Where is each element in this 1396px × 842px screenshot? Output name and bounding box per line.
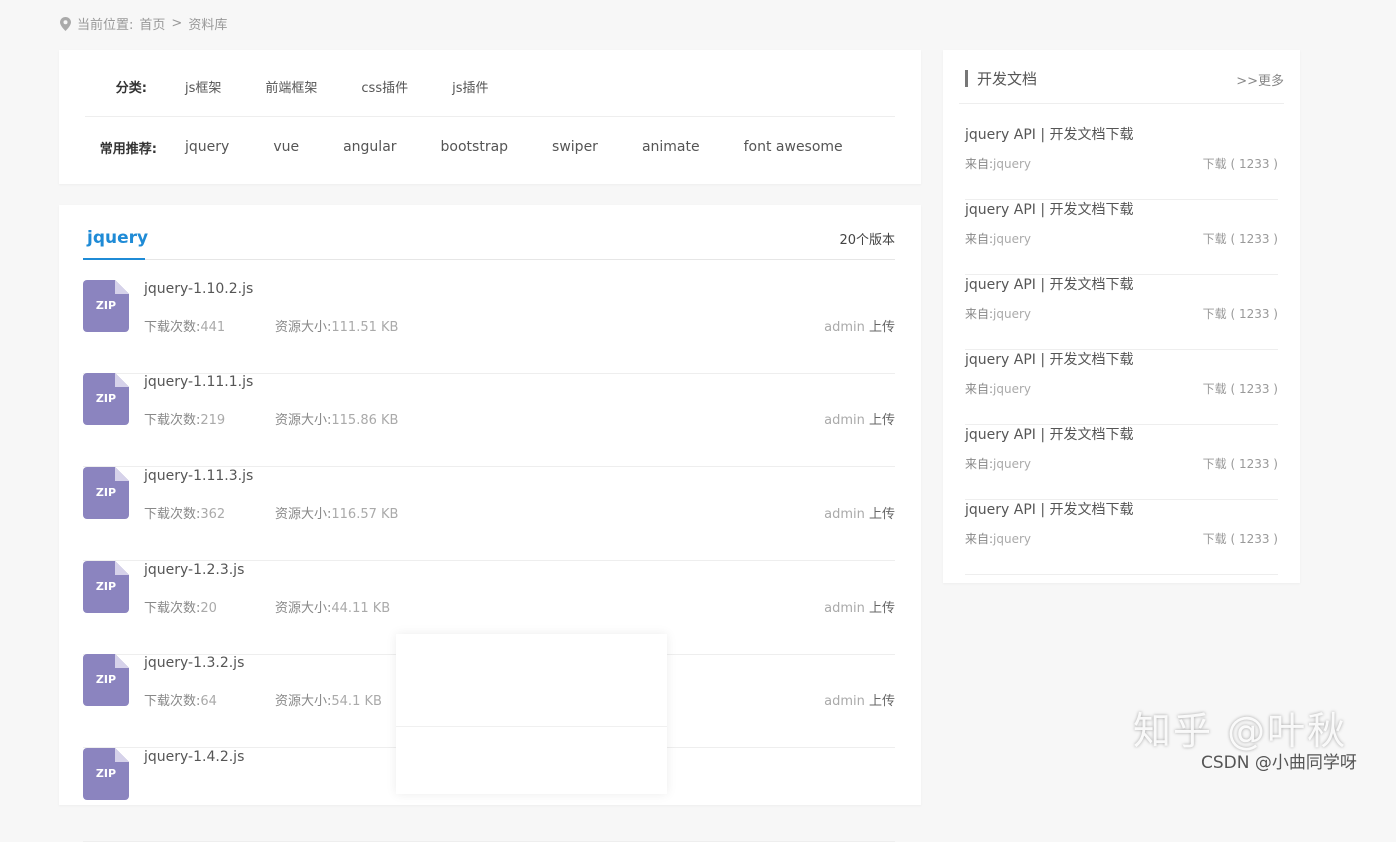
- zip-file-icon: ZIP: [83, 467, 129, 519]
- doc-download-count[interactable]: 下载 ( 1233 ): [1203, 155, 1278, 172]
- doc-source: 来自:jquery: [965, 382, 1032, 396]
- doc-source: 来自:jquery: [965, 157, 1032, 171]
- library-list-header: jquery 20个版本: [83, 225, 895, 260]
- recommend-link-animate[interactable]: animate: [642, 139, 700, 155]
- dev-docs-title: 开发文档: [977, 70, 1038, 88]
- recommend-link-bootstrap[interactable]: bootstrap: [441, 139, 509, 155]
- category-link-css-plugin[interactable]: css插件: [361, 77, 408, 96]
- doc-item[interactable]: jquery API | 开发文档下载 来自:jquery 下载 ( 1233 …: [965, 124, 1278, 200]
- list-item[interactable]: ZIP jquery-1.11.1.js 下载次数:219 资源大小:115.8…: [83, 373, 895, 467]
- doc-source: 来自:jquery: [965, 457, 1032, 471]
- file-size: 资源大小:54.1 KB: [275, 694, 382, 709]
- uploader-info: admin 上传: [824, 507, 895, 522]
- file-name-link[interactable]: jquery-1.11.3.js: [144, 468, 253, 484]
- category-link-js-framework[interactable]: js框架: [185, 77, 221, 96]
- doc-source: 来自:jquery: [965, 307, 1032, 321]
- uploader-info: admin 上传: [824, 413, 895, 428]
- file-size: 资源大小:115.86 KB: [275, 413, 399, 428]
- doc-title-link[interactable]: jquery API | 开发文档下载: [965, 424, 1134, 444]
- recommend-link-angular[interactable]: angular: [343, 139, 396, 155]
- doc-title-link[interactable]: jquery API | 开发文档下载: [965, 124, 1134, 144]
- zip-file-icon: ZIP: [83, 748, 129, 800]
- uploader-info: admin 上传: [824, 601, 895, 616]
- download-count: 下载次数:441: [144, 320, 226, 335]
- download-count: 下载次数:362: [144, 507, 226, 522]
- title-accent-bar: [965, 70, 968, 87]
- download-count: 下载次数:219: [144, 413, 226, 428]
- download-count: 下载次数:20: [144, 601, 217, 616]
- location-pin-icon: [60, 16, 71, 31]
- breadcrumb-home-link[interactable]: 首页: [139, 14, 165, 33]
- breadcrumb-current: 资料库: [188, 18, 228, 33]
- csdn-watermark: CSDN @小曲同学呀: [1201, 753, 1357, 773]
- category-link-js-plugin[interactable]: js插件: [452, 77, 488, 96]
- tab-jquery[interactable]: jquery: [87, 228, 148, 248]
- recommend-link-swiper[interactable]: swiper: [552, 139, 598, 155]
- file-name-link[interactable]: jquery-1.4.2.js: [144, 749, 244, 765]
- recommend-row: 常用推荐: jquery vue angular bootstrap swipe…: [85, 132, 895, 162]
- doc-source: 来自:jquery: [965, 232, 1032, 246]
- breadcrumb-label: 当前位置:: [77, 18, 134, 33]
- file-name-link[interactable]: jquery-1.10.2.js: [144, 281, 253, 297]
- uploader-info: admin 上传: [824, 320, 895, 335]
- more-link[interactable]: >>更多: [1236, 70, 1284, 89]
- zip-file-icon: ZIP: [83, 373, 129, 425]
- doc-title-link[interactable]: jquery API | 开发文档下载: [965, 349, 1134, 369]
- category-label: 分类:: [115, 80, 147, 96]
- file-name-link[interactable]: jquery-1.3.2.js: [144, 655, 244, 671]
- category-row: 分类: js框架 前端框架 css插件 js插件: [85, 70, 895, 117]
- recommend-label: 常用推荐:: [99, 141, 157, 157]
- recommend-link-vue[interactable]: vue: [273, 139, 299, 155]
- zhihu-watermark: 知乎 @叶秋: [1133, 709, 1348, 753]
- blank-overlay-panel: [396, 634, 667, 794]
- doc-download-count[interactable]: 下载 ( 1233 ): [1203, 455, 1278, 472]
- dev-docs-panel: 开发文档 >>更多 jquery API | 开发文档下载 来自:jquery …: [943, 50, 1300, 583]
- version-count: 20个版本: [839, 233, 895, 248]
- zip-file-icon: ZIP: [83, 561, 129, 613]
- doc-item[interactable]: jquery API | 开发文档下载 来自:jquery 下载 ( 1233 …: [965, 424, 1278, 500]
- zip-file-icon: ZIP: [83, 654, 129, 706]
- overlay-divider: [396, 726, 667, 727]
- file-name-link[interactable]: jquery-1.11.1.js: [144, 374, 253, 390]
- breadcrumb: 当前位置: 首页 > 资料库: [60, 14, 227, 33]
- doc-item[interactable]: jquery API | 开发文档下载 来自:jquery 下载 ( 1233 …: [965, 199, 1278, 275]
- doc-download-count[interactable]: 下载 ( 1233 ): [1203, 530, 1278, 547]
- doc-item[interactable]: jquery API | 开发文档下载 来自:jquery 下载 ( 1233 …: [965, 274, 1278, 350]
- recommend-link-jquery[interactable]: jquery: [185, 139, 229, 155]
- doc-download-count[interactable]: 下载 ( 1233 ): [1203, 305, 1278, 322]
- recommend-link-font-awesome[interactable]: font awesome: [744, 139, 843, 155]
- doc-source: 来自:jquery: [965, 532, 1032, 546]
- zip-file-icon: ZIP: [83, 280, 129, 332]
- category-link-frontend-framework[interactable]: 前端框架: [265, 77, 317, 96]
- list-item[interactable]: ZIP jquery-1.11.3.js 下载次数:362 资源大小:116.5…: [83, 467, 895, 561]
- file-name-link[interactable]: jquery-1.2.3.js: [144, 562, 244, 578]
- download-count: 下载次数:64: [144, 694, 217, 709]
- doc-title-link[interactable]: jquery API | 开发文档下载: [965, 499, 1134, 519]
- breadcrumb-separator: >: [171, 16, 183, 31]
- doc-item[interactable]: jquery API | 开发文档下载 来自:jquery 下载 ( 1233 …: [965, 499, 1278, 575]
- doc-download-count[interactable]: 下载 ( 1233 ): [1203, 380, 1278, 397]
- file-size: 资源大小:44.11 KB: [275, 601, 391, 616]
- list-item[interactable]: ZIP jquery-1.10.2.js 下载次数:441 资源大小:111.5…: [83, 280, 895, 374]
- dev-docs-header: 开发文档 >>更多: [959, 68, 1284, 104]
- file-size: 资源大小:116.57 KB: [275, 507, 399, 522]
- doc-title-link[interactable]: jquery API | 开发文档下载: [965, 199, 1134, 219]
- filter-panel: 分类: js框架 前端框架 css插件 js插件 常用推荐: jquery vu…: [59, 50, 921, 184]
- doc-download-count[interactable]: 下载 ( 1233 ): [1203, 230, 1278, 247]
- file-size: 资源大小:111.51 KB: [275, 320, 399, 335]
- doc-title-link[interactable]: jquery API | 开发文档下载: [965, 274, 1134, 294]
- uploader-info: admin 上传: [824, 694, 895, 709]
- doc-item[interactable]: jquery API | 开发文档下载 来自:jquery 下载 ( 1233 …: [965, 349, 1278, 425]
- active-tab-indicator: [83, 258, 145, 260]
